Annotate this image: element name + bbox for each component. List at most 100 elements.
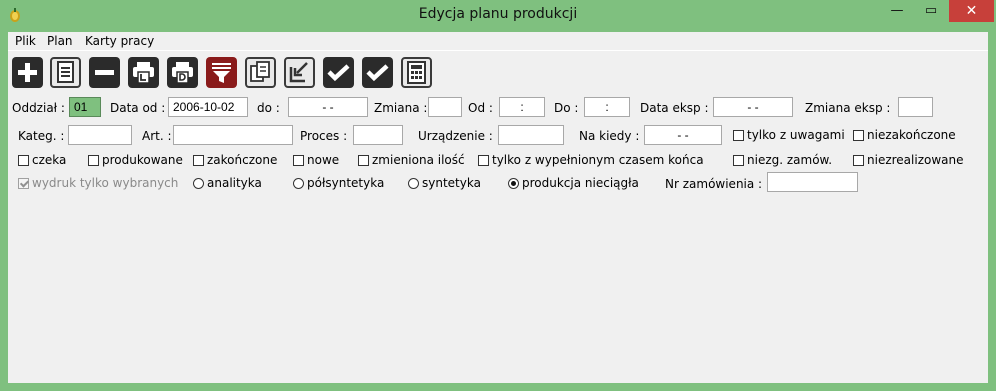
art-label: Art. :: [142, 129, 172, 143]
checkbox-box: [18, 178, 29, 189]
calculator-button[interactable]: [401, 57, 432, 88]
nowe-label: nowe: [307, 153, 340, 167]
maximize-button[interactable]: ▭: [914, 0, 948, 22]
oddzial-field[interactable]: 01: [69, 97, 101, 117]
confirm-button-2[interactable]: [362, 57, 393, 88]
window-title: Edycja planu produkcji: [418, 6, 578, 22]
radio-circle[interactable]: [293, 178, 304, 189]
checkbox-box[interactable]: [853, 130, 864, 141]
wydruk-tylko-wybranych-checkbox: wydruk tylko wybranych: [18, 176, 178, 190]
kateg-label: Kateg. :: [18, 129, 65, 143]
zmiana-eksp-field[interactable]: [898, 97, 933, 117]
check-icon: [327, 64, 350, 82]
tylko-z-uwagami-label: tylko z uwagami: [747, 128, 845, 142]
do-time-field[interactable]: :: [584, 97, 630, 117]
nr-zamowienia-label: Nr zamówienia :: [665, 177, 763, 191]
niezg-zamow-checkbox[interactable]: niezg. zamów.: [733, 153, 832, 167]
copy-button[interactable]: [245, 57, 276, 88]
analityka-radio[interactable]: analityka: [193, 176, 262, 190]
import-button[interactable]: [284, 57, 315, 88]
zmieniona-ilosc-checkbox[interactable]: zmieniona ilość: [358, 153, 465, 167]
filter-button[interactable]: [206, 57, 237, 88]
import-icon: [289, 62, 308, 83]
produkowane-label: produkowane: [102, 153, 183, 167]
data-od-label: Data od :: [110, 101, 166, 115]
checkbox-box[interactable]: [853, 155, 864, 166]
minimize-button[interactable]: —: [880, 0, 914, 22]
polsyntetyka-label: półsyntetyka: [307, 176, 385, 190]
niezakonczone-checkbox[interactable]: niezakończone: [853, 128, 956, 142]
print-l-icon: [133, 62, 154, 84]
syntetyka-radio[interactable]: syntetyka: [408, 176, 481, 190]
wydruk-tylko-wybranych-label: wydruk tylko wybranych: [32, 176, 179, 190]
na-kiedy-label: Na kiedy :: [579, 129, 640, 143]
do-field[interactable]: - -: [288, 97, 368, 117]
zmiana-field[interactable]: [428, 97, 462, 117]
zmiana-eksp-label: Zmiana eksp :: [805, 101, 891, 115]
menu-plik[interactable]: Plik: [15, 34, 36, 48]
menu-bar: Plik Plan Karty pracy: [8, 32, 988, 51]
tylko-z-czasem-konca-checkbox[interactable]: tylko z wypełnionym czasem końca: [478, 153, 704, 167]
data-eksp-label: Data eksp :: [640, 101, 709, 115]
print-d-button[interactable]: [167, 57, 198, 88]
nr-zamowienia-field[interactable]: [767, 172, 858, 192]
urzadzenie-label: Urządzenie :: [418, 129, 493, 143]
checkbox-box[interactable]: [18, 155, 29, 166]
niezg-zamow-label: niezg. zamów.: [747, 153, 833, 167]
zakonczone-checkbox[interactable]: zakończone: [193, 153, 277, 167]
polsyntetyka-radio[interactable]: półsyntetyka: [293, 176, 384, 190]
od-time-field[interactable]: :: [499, 97, 545, 117]
syntetyka-label: syntetyka: [422, 176, 481, 190]
czeka-checkbox[interactable]: czeka: [18, 153, 66, 167]
check-icon: [366, 64, 389, 82]
checkbox-box[interactable]: [358, 155, 369, 166]
na-kiedy-field[interactable]: - -: [644, 125, 722, 145]
radio-circle-selected[interactable]: [508, 178, 519, 189]
produkcja-nieciagla-radio[interactable]: produkcja nieciągła: [508, 176, 639, 190]
produkowane-checkbox[interactable]: produkowane: [88, 153, 183, 167]
checkbox-box[interactable]: [478, 155, 489, 166]
plus-icon: [18, 63, 37, 82]
radio-circle[interactable]: [193, 178, 204, 189]
filter-icon: [212, 63, 231, 83]
proces-field[interactable]: [353, 125, 403, 145]
remove-button[interactable]: [89, 57, 120, 88]
data-od-field[interactable]: 2006-10-02: [168, 97, 248, 117]
calculator-icon: [407, 61, 426, 84]
zmieniona-ilosc-label: zmieniona ilość: [372, 153, 465, 167]
niezrealizowane-label: niezrealizowane: [867, 153, 964, 167]
edit-document-button[interactable]: [50, 57, 81, 88]
checkbox-box[interactable]: [193, 155, 204, 166]
niezakonczone-label: niezakończone: [867, 128, 956, 142]
nowe-checkbox[interactable]: nowe: [293, 153, 339, 167]
document-icon: [57, 61, 74, 83]
kateg-field[interactable]: [68, 125, 132, 145]
add-button[interactable]: [12, 57, 43, 88]
urzadzenie-field[interactable]: [498, 125, 564, 145]
print-d-icon: [172, 62, 193, 84]
checkbox-box[interactable]: [293, 155, 304, 166]
title-bar: Edycja planu produkcji — ▭ ✕: [0, 0, 996, 32]
od-label: Od :: [468, 101, 493, 115]
menu-karty-pracy[interactable]: Karty pracy: [85, 34, 154, 48]
tylko-z-uwagami-checkbox[interactable]: tylko z uwagami: [733, 128, 845, 142]
niezrealizowane-checkbox[interactable]: niezrealizowane: [853, 153, 964, 167]
checkbox-box[interactable]: [733, 130, 744, 141]
proces-label: Proces :: [300, 129, 348, 143]
oddzial-label: Oddział :: [12, 101, 65, 115]
confirm-button-1[interactable]: [323, 57, 354, 88]
zmiana-label: Zmiana :: [374, 101, 428, 115]
zakonczone-label: zakończone: [207, 153, 278, 167]
data-eksp-field[interactable]: - -: [713, 97, 793, 117]
art-field[interactable]: [173, 125, 293, 145]
checkbox-box[interactable]: [733, 155, 744, 166]
application-window: Edycja planu produkcji — ▭ ✕ Plik Plan K…: [0, 0, 996, 391]
menu-plan[interactable]: Plan: [47, 34, 73, 48]
print-l-button[interactable]: [128, 57, 159, 88]
radio-circle[interactable]: [408, 178, 419, 189]
produkcja-nieciagla-label: produkcja nieciągła: [522, 176, 639, 190]
do-label: do :: [257, 101, 280, 115]
analityka-label: analityka: [207, 176, 262, 190]
close-button[interactable]: ✕: [949, 0, 994, 22]
checkbox-box[interactable]: [88, 155, 99, 166]
